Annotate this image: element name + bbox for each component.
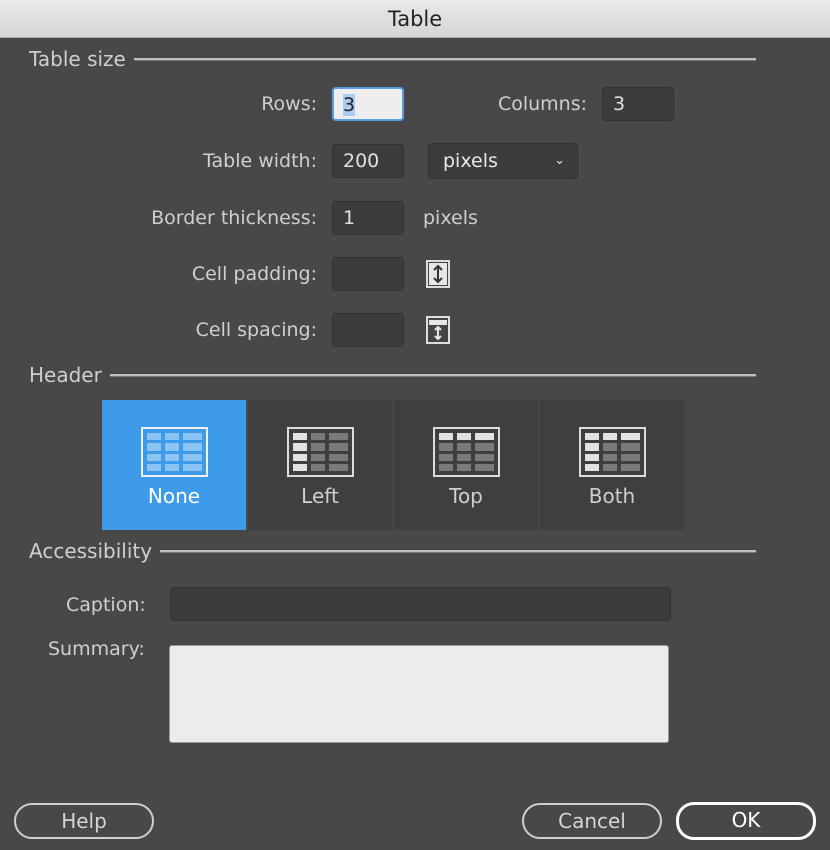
cell-spacing-icon	[426, 316, 450, 344]
table-header-both-icon	[579, 427, 646, 477]
icon-cell	[183, 433, 202, 440]
icon-cell	[439, 464, 453, 471]
summary-label: Summary:	[48, 638, 145, 660]
icon-cell	[621, 464, 640, 471]
table-width-input[interactable]: 200	[332, 144, 404, 178]
icon-cell	[603, 464, 617, 471]
columns-label: Columns:	[287, 87, 587, 121]
icon-cell	[439, 454, 453, 461]
cell-spacing-label: Cell spacing:	[17, 313, 317, 347]
icon-cell	[457, 443, 471, 450]
header-option-label: Both	[540, 484, 684, 508]
icon-cell	[475, 443, 494, 450]
header-option-label: Top	[394, 484, 538, 508]
icon-cell	[585, 433, 599, 440]
icon-cell	[329, 443, 348, 450]
header-option-none[interactable]: None	[102, 400, 247, 530]
icon-cell	[165, 433, 179, 440]
icon-cell	[293, 433, 307, 440]
cancel-button[interactable]: Cancel	[522, 803, 662, 839]
summary-textarea[interactable]	[169, 645, 669, 743]
icon-cell	[293, 454, 307, 461]
icon-cell	[147, 443, 161, 450]
ok-button[interactable]: OK	[676, 802, 816, 840]
accessibility-section: Accessibility	[29, 539, 756, 563]
icon-cell	[329, 454, 348, 461]
columns-input[interactable]: 3	[602, 87, 674, 121]
border-thickness-input[interactable]: 1	[332, 201, 404, 235]
header-option-label: Left	[248, 484, 392, 508]
icon-cell	[165, 464, 179, 471]
table-size-section: Table size	[29, 47, 756, 71]
icon-cell	[585, 443, 599, 450]
width-unit-value: pixels	[443, 150, 498, 172]
header-heading: Header	[29, 363, 102, 387]
icon-cell	[311, 443, 325, 450]
header-section: Header	[29, 363, 756, 387]
icon-cell	[183, 454, 202, 461]
divider	[110, 374, 756, 377]
icon-cell	[603, 454, 617, 461]
table-header-none-icon	[141, 427, 208, 477]
icon-cell	[147, 464, 161, 471]
icon-cell	[439, 433, 453, 440]
icon-cell	[183, 464, 202, 471]
icon-cell	[585, 464, 599, 471]
divider	[160, 550, 756, 553]
header-option-top[interactable]: Top	[394, 400, 539, 530]
table-size-heading: Table size	[29, 47, 126, 71]
icon-cell	[621, 454, 640, 461]
icon-cell	[293, 443, 307, 450]
table-header-left-icon	[287, 427, 354, 477]
header-option-both[interactable]: Both	[540, 400, 685, 530]
caption-label: Caption:	[66, 588, 146, 622]
caption-input[interactable]	[170, 587, 671, 621]
header-option-label: None	[102, 484, 246, 508]
accessibility-heading: Accessibility	[29, 539, 152, 563]
icon-cell	[147, 454, 161, 461]
cell-spacing-input[interactable]	[332, 313, 404, 347]
border-unit-label: pixels	[423, 201, 478, 235]
icon-cell	[439, 443, 453, 450]
table-width-label: Table width:	[17, 144, 317, 178]
icon-cell	[475, 433, 494, 440]
cell-padding-icon	[426, 260, 450, 288]
chevron-down-icon: ⌄	[554, 144, 565, 178]
icon-cell	[311, 454, 325, 461]
icon-cell	[457, 454, 471, 461]
icon-cell	[603, 443, 617, 450]
rows-label: Rows:	[17, 87, 317, 121]
icon-cell	[311, 433, 325, 440]
icon-cell	[457, 433, 471, 440]
icon-cell	[183, 443, 202, 450]
divider	[134, 58, 756, 61]
icon-cell	[603, 433, 617, 440]
window-title: Table	[0, 0, 830, 38]
table-header-top-icon	[433, 427, 500, 477]
icon-cell	[147, 433, 161, 440]
header-option-left[interactable]: Left	[248, 400, 393, 530]
cell-padding-label: Cell padding:	[17, 257, 317, 291]
icon-cell	[621, 433, 640, 440]
icon-cell	[585, 454, 599, 461]
width-unit-select[interactable]: pixels ⌄	[428, 143, 578, 179]
icon-cell	[329, 464, 348, 471]
icon-cell	[329, 433, 348, 440]
cell-padding-input[interactable]	[332, 257, 404, 291]
icon-cell	[165, 443, 179, 450]
icon-cell	[165, 454, 179, 461]
icon-cell	[311, 464, 325, 471]
icon-cell	[293, 464, 307, 471]
icon-cell	[475, 454, 494, 461]
icon-cell	[621, 443, 640, 450]
icon-cell	[457, 464, 471, 471]
border-thickness-label: Border thickness:	[17, 201, 317, 235]
icon-cell	[475, 464, 494, 471]
help-button[interactable]: Help	[14, 803, 154, 839]
